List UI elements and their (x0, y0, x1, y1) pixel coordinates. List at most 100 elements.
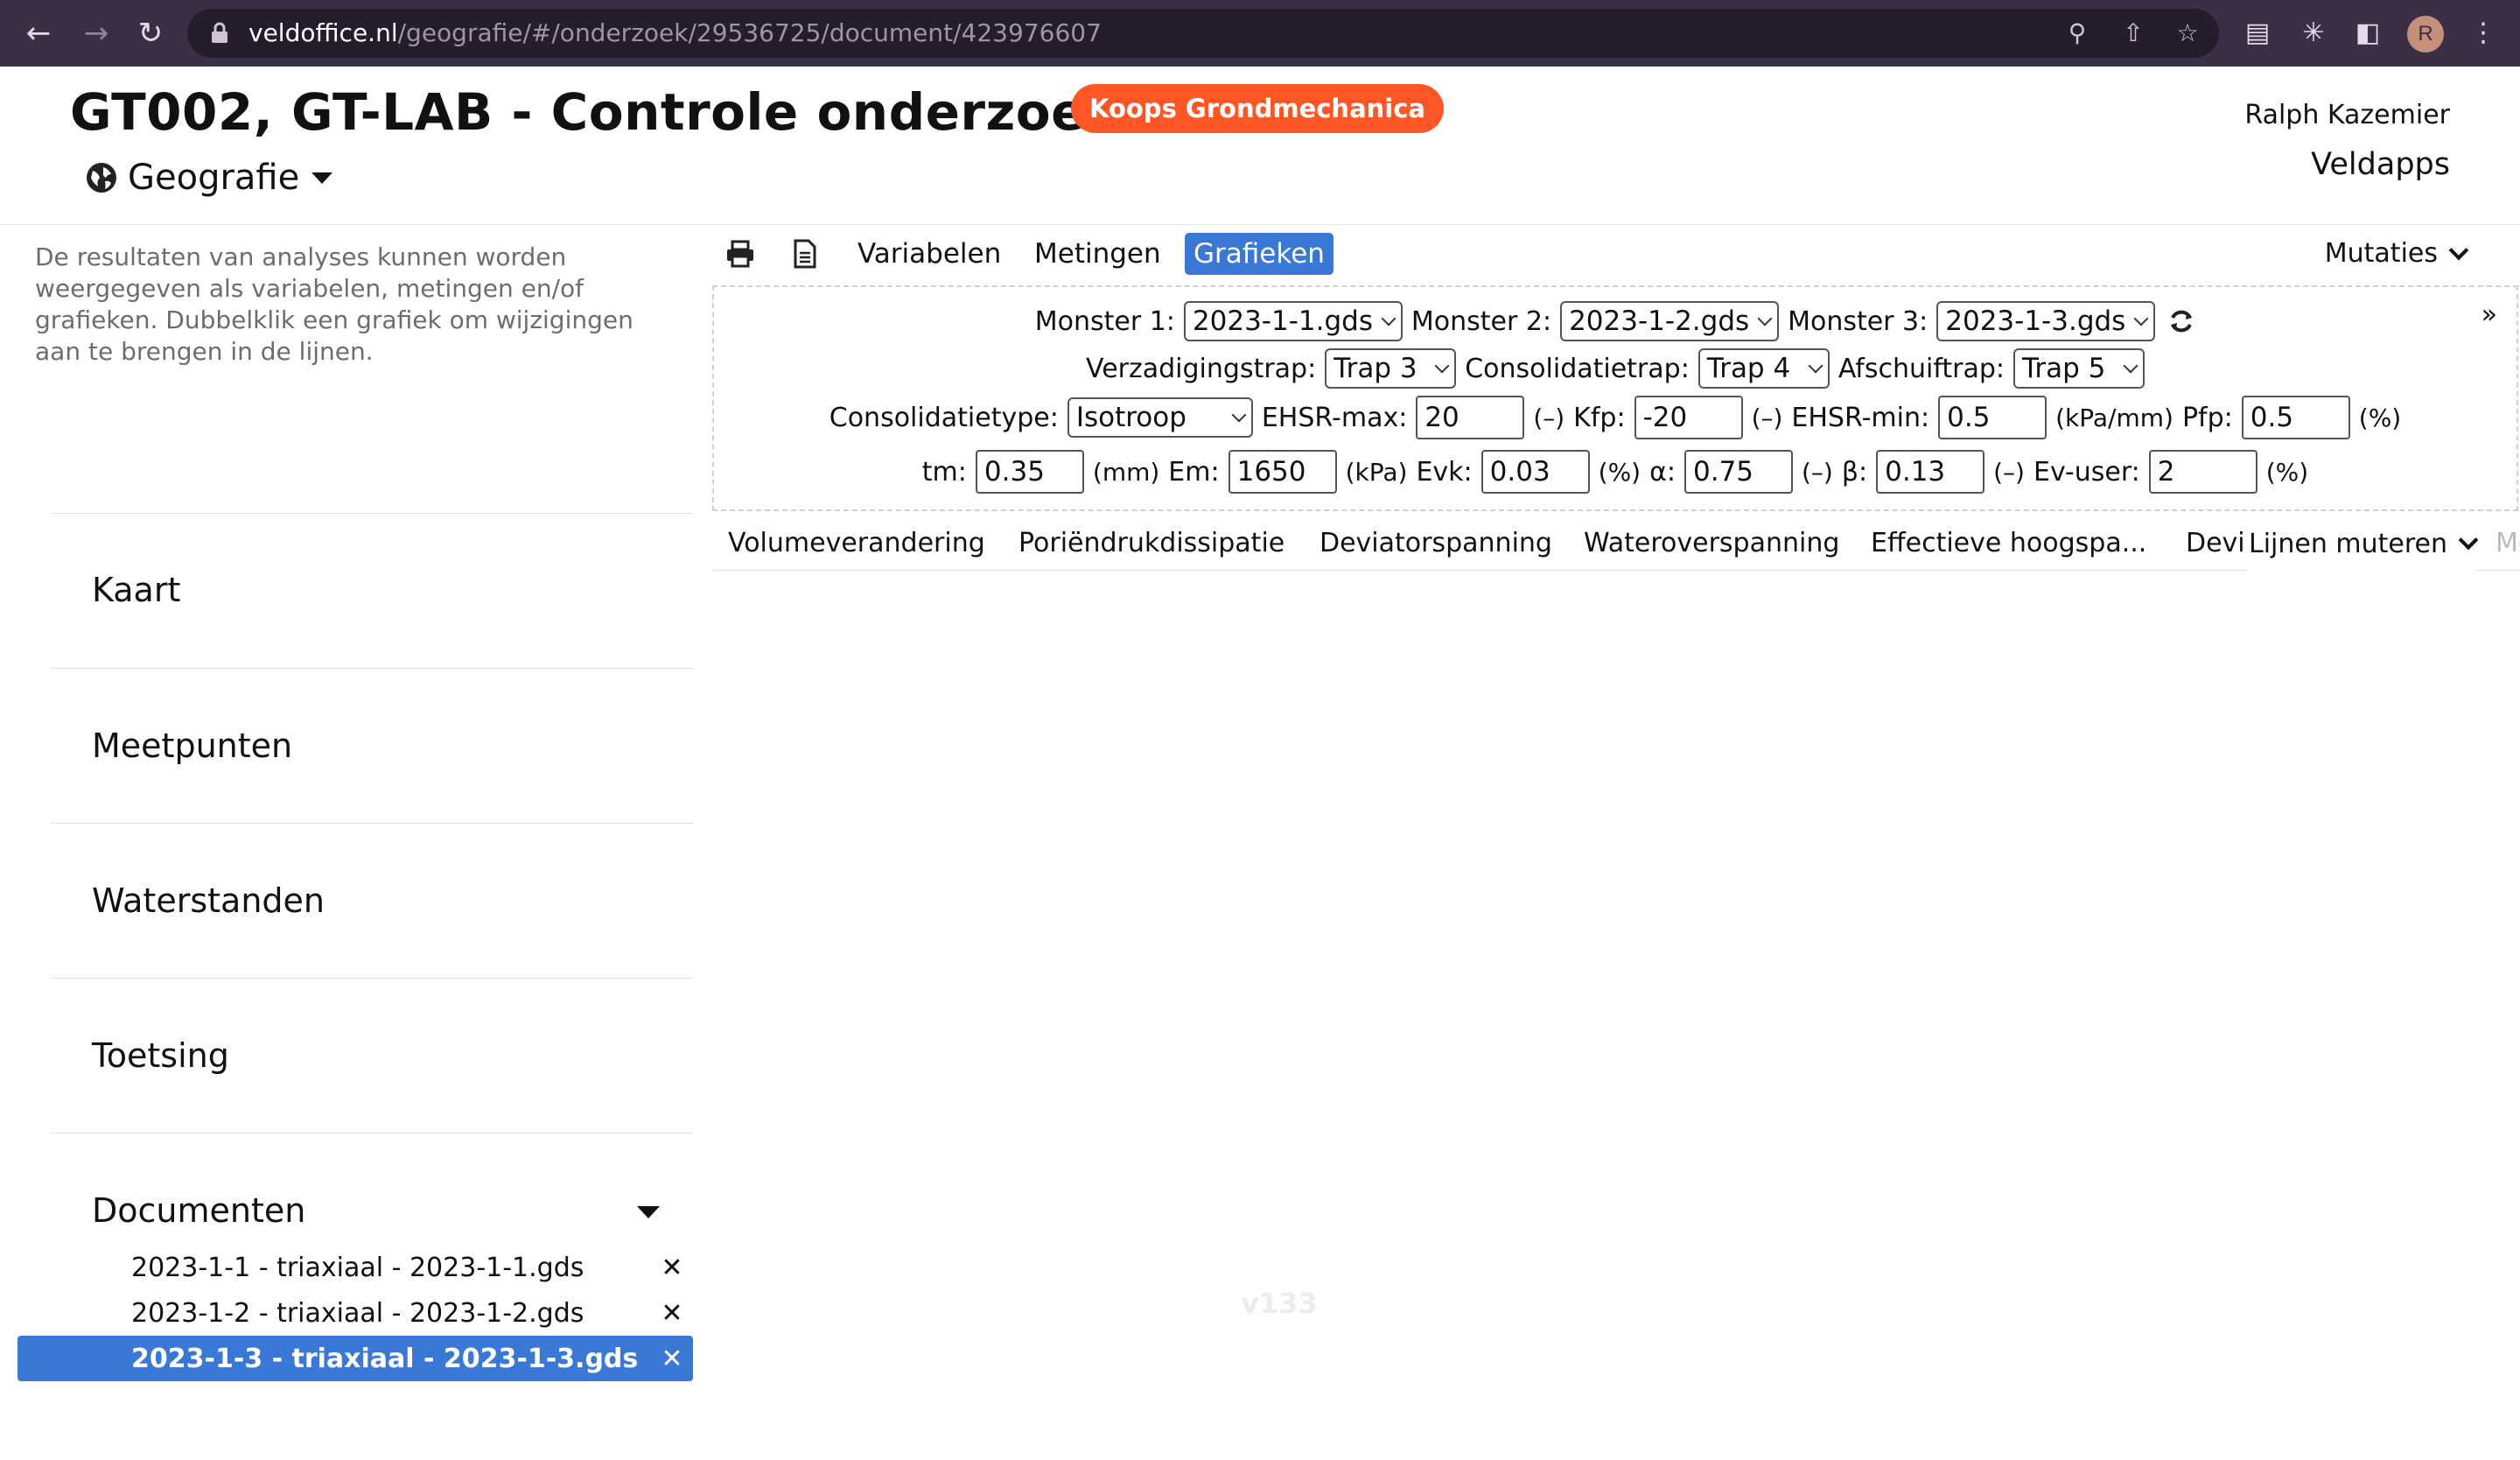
sidebar-item-waterstanden[interactable]: Waterstanden (92, 881, 325, 920)
chart-tab-effectieve-hoogspanning[interactable]: Effectieve hoogspa... (1871, 516, 2146, 570)
sidebar-item-kaart[interactable]: Kaart (92, 571, 180, 609)
monster2-select[interactable]: 2023-1-2.gds (1560, 301, 1780, 341)
caret-down-icon[interactable] (637, 1206, 660, 1218)
reader-icon[interactable]: ▤ (2240, 16, 2275, 51)
refresh-icon[interactable] (2167, 307, 2195, 335)
module-dropdown[interactable]: Geografie (86, 156, 333, 200)
consolidatietype-select[interactable]: Isotroop (1067, 397, 1253, 438)
forward-icon[interactable]: → (79, 16, 114, 51)
tab-grafieken[interactable]: Grafieken (1185, 233, 1334, 275)
close-icon[interactable]: ✕ (654, 1253, 690, 1283)
document-label: 2023-1-1 - triaxiaal - 2023-1-1.gds (131, 1252, 584, 1283)
afschuiftrap-label: Afschuiftrap: (1838, 353, 2005, 384)
profile-avatar[interactable]: R (2407, 16, 2444, 53)
chevron-down-icon (2448, 240, 2469, 261)
mutaties-dropdown[interactable]: Mutaties (2324, 233, 2469, 275)
chart-tab-volumeverandering[interactable]: Volumeverandering (728, 516, 985, 570)
divider (51, 978, 693, 979)
pfp-input[interactable]: 0.5 (2241, 396, 2350, 439)
back-icon[interactable]: ← (21, 16, 56, 51)
consolidatietrap-label: Consolidatietrap: (1465, 353, 1690, 384)
document-icon[interactable] (789, 238, 821, 270)
divider (51, 513, 693, 514)
divider (51, 668, 693, 669)
tm-input[interactable]: 0.35 (975, 450, 1084, 494)
ehsr-min-label: EHSR-min: (1791, 402, 1930, 433)
reload-icon[interactable]: ↻ (133, 16, 168, 51)
browser-menu-icon[interactable]: ⋮ (2466, 16, 2501, 51)
bookmark-star-icon[interactable]: ☆ (2174, 19, 2202, 47)
beta-unit: (–) (1993, 457, 2025, 487)
verzadigingstrap-select[interactable]: Trap 3 (1325, 348, 1457, 389)
em-input[interactable]: 1650 (1228, 450, 1337, 494)
company-badge: Koops Grondmechanica (1071, 84, 1444, 133)
chart-tab-wateroverspanning[interactable]: Wateroverspanning (1584, 516, 1839, 570)
document-label: 2023-1-3 - triaxiaal - 2023-1-3.gds (131, 1343, 639, 1374)
lijnen-muteren-dropdown[interactable]: Lijnen muteren (2247, 516, 2479, 571)
chart-tab-overflow[interactable]: Mo (2496, 516, 2520, 571)
lock-icon (212, 22, 228, 43)
header-divider (0, 224, 2520, 225)
tab-metingen[interactable]: Metingen (1034, 233, 1161, 275)
mutaties-label: Mutaties (2324, 238, 2438, 269)
sidebar-item-toetsing[interactable]: Toetsing (92, 1036, 229, 1075)
divider (51, 823, 693, 824)
monster3-label: Monster 3: (1788, 305, 1928, 337)
monster3-select[interactable]: 2023-1-3.gds (1936, 301, 2156, 341)
pfp-label: Pfp: (2181, 402, 2233, 433)
afschuiftrap-select[interactable]: Trap 5 (2012, 348, 2145, 389)
verzadigingstrap-label: Verzadigingstrap: (1086, 353, 1317, 384)
page-title: GT002, GT-LAB - Controle onderzoek (70, 82, 1121, 142)
sidebar-item-documenten[interactable]: Documenten (92, 1191, 305, 1230)
extensions-icon[interactable]: ✳ (2296, 16, 2331, 51)
monster2-label: Monster 2: (1410, 305, 1552, 337)
monster1-select[interactable]: 2023-1-1.gds (1183, 301, 1403, 341)
address-bar[interactable]: veldoffice.nl/geografie/#/onderzoek/2953… (187, 9, 2219, 58)
pfp-unit: (%) (2358, 403, 2402, 432)
app-name[interactable]: Veldapps (2311, 147, 2450, 182)
consolidatietype-label: Consolidatietype: (829, 402, 1059, 433)
sidepanel-icon[interactable]: ◧ (2350, 16, 2385, 51)
document-label: 2023-1-2 - triaxiaal - 2023-1-2.gds (131, 1297, 584, 1329)
consolidatietrap-select[interactable]: Trap 4 (1698, 348, 1830, 389)
alpha-label: α: (1649, 456, 1676, 488)
ehsr-max-unit: (–) (1533, 403, 1565, 432)
user-name[interactable]: Ralph Kazemier (2244, 100, 2450, 130)
alpha-unit: (–) (1802, 457, 1833, 487)
chevron-down-icon (2458, 530, 2479, 551)
close-icon[interactable]: ✕ (654, 1344, 690, 1374)
param-row-consolidatie: Consolidatietype: Isotroop EHSR-max: 20 … (714, 396, 2516, 439)
tab-variabelen[interactable]: Variabelen (858, 233, 1001, 275)
ev-user-input[interactable]: 2 (2148, 450, 2258, 494)
url-text: veldoffice.nl/geografie/#/onderzoek/2953… (248, 18, 1102, 47)
evk-unit: (%) (1598, 457, 1642, 487)
beta-input[interactable]: 0.13 (1876, 450, 1985, 494)
divider (51, 1133, 693, 1134)
param-row-moduli: tm: 0.35 (mm) Em: 1650 (kPa) Evk: 0.03 (… (714, 450, 2516, 494)
param-row-monsters: Monster 1: 2023-1-1.gds Monster 2: 2023-… (714, 301, 2516, 341)
document-item[interactable]: 2023-1-2 - triaxiaal - 2023-1-2.gds ✕ (18, 1290, 693, 1336)
ehsr-max-label: EHSR-max: (1261, 402, 1408, 433)
print-icon[interactable] (724, 238, 756, 270)
ehsr-max-input[interactable]: 20 (1416, 396, 1525, 439)
kfp-input[interactable]: -20 (1634, 396, 1743, 439)
evk-input[interactable]: 0.03 (1480, 450, 1590, 494)
tm-label: tm: (921, 456, 967, 488)
sidebar-item-meetpunten[interactable]: Meetpunten (92, 726, 292, 765)
monster1-label: Monster 1: (1034, 305, 1175, 337)
document-item-active[interactable]: 2023-1-3 - triaxiaal - 2023-1-3.gds ✕ (18, 1336, 693, 1381)
chart-tab-deviatorspanning[interactable]: Deviatorspanning (1320, 516, 1552, 570)
document-item[interactable]: 2023-1-1 - triaxiaal - 2023-1-1.gds ✕ (18, 1245, 693, 1290)
chart-tab-devi[interactable]: Devi (2186, 516, 2245, 570)
beta-label: β: (1841, 456, 1868, 488)
em-label: Em: (1168, 456, 1220, 488)
ehsr-min-input[interactable]: 0.5 (1938, 396, 2048, 439)
zoom-icon[interactable]: ⚲ (2063, 19, 2091, 47)
alpha-input[interactable]: 0.75 (1684, 450, 1793, 494)
ev-user-unit: (%) (2265, 457, 2309, 487)
share-icon[interactable]: ⇧ (2119, 19, 2147, 47)
close-icon[interactable]: ✕ (654, 1298, 690, 1329)
kfp-label: Kfp: (1573, 402, 1626, 433)
chart-tab-poriendrukdissipatie[interactable]: Poriëndrukdissipatie (1018, 516, 1284, 570)
lijnen-muteren-label: Lijnen muteren (2249, 528, 2448, 559)
